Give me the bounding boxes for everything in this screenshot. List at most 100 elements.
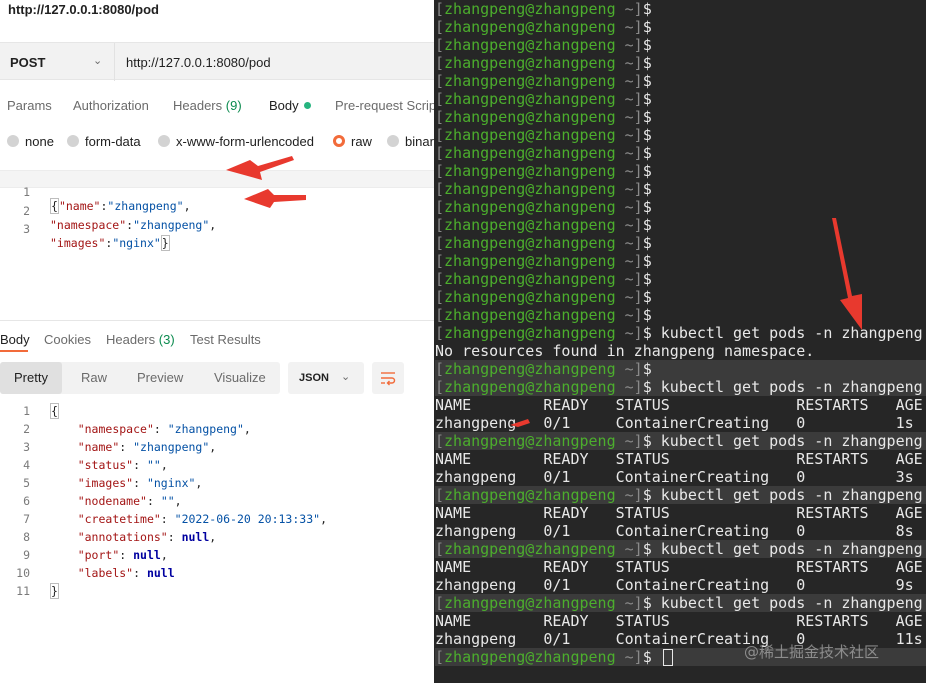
response-line: 4 "status": "", xyxy=(0,458,434,476)
line-number: 6 xyxy=(23,494,30,508)
url-input[interactable]: http://127.0.0.1:8080/pod xyxy=(126,55,271,70)
prompt-user: zhangpeng@zhangpeng xyxy=(444,18,616,36)
prompt-dir: ~] xyxy=(615,594,643,612)
terminal-command: kubectl get pods -n zhangpeng xyxy=(651,594,923,612)
prompt-bracket: [ xyxy=(435,18,445,36)
prompt-dir: ~] xyxy=(615,432,643,450)
terminal-command: kubectl get pods -n zhangpeng xyxy=(651,486,923,504)
prompt-symbol: $ xyxy=(642,486,652,504)
terminal-prompt-line: [zhangpeng@zhangpeng ~]$ xyxy=(435,306,926,324)
terminal-output-line: zhangpeng 0/1 ContainerCreating 0 3s xyxy=(435,468,914,486)
prompt-symbol: $ xyxy=(642,144,652,162)
prompt-dir: ~] xyxy=(615,90,643,108)
json-value: "2022-06-20 20:13:33" xyxy=(174,512,321,526)
terminal-prompt-line: [zhangpeng@zhangpeng ~]$ xyxy=(435,126,926,144)
terminal-prompt-line: [zhangpeng@zhangpeng ~]$ xyxy=(435,360,926,378)
response-line: 9 "port": null, xyxy=(0,548,434,566)
line-number: 2 xyxy=(23,422,30,436)
radio-x-www-form-urlencoded[interactable]: x-www-form-urlencoded xyxy=(158,134,314,149)
tab-body[interactable]: Body xyxy=(269,98,311,113)
prompt-bracket: [ xyxy=(435,198,445,216)
prompt-symbol: $ xyxy=(642,126,652,144)
format-label: JSON xyxy=(299,372,329,384)
format-select[interactable]: JSON ⌄ xyxy=(288,362,364,394)
prompt-bracket: [ xyxy=(435,36,445,54)
json-value: null xyxy=(146,566,175,580)
radio-binary[interactable]: binar xyxy=(387,134,434,149)
terminal-command: kubectl get pods -n zhangpeng xyxy=(651,324,923,342)
tab-params[interactable]: Params xyxy=(7,98,52,113)
terminal-output-line: zhangpeng 0/1 ContainerCreating 0 1s xyxy=(435,414,914,432)
view-visualize[interactable]: Visualize xyxy=(214,370,266,385)
terminal-prompt-line: [zhangpeng@zhangpeng ~]$ xyxy=(435,54,926,72)
prompt-bracket: [ xyxy=(435,432,445,450)
prompt-bracket: [ xyxy=(435,252,445,270)
prompt-bracket: [ xyxy=(435,486,445,504)
prompt-user: zhangpeng@zhangpeng xyxy=(444,306,616,324)
prompt-user: zhangpeng@zhangpeng xyxy=(444,432,616,450)
prompt-user: zhangpeng@zhangpeng xyxy=(444,162,616,180)
wrap-lines-button[interactable] xyxy=(372,362,404,394)
prompt-bracket: [ xyxy=(435,54,445,72)
tab-prerequest-script[interactable]: Pre-request Scrip xyxy=(335,98,434,113)
response-tab-body[interactable]: Body xyxy=(0,332,30,347)
tab-headers[interactable]: Headers (9) xyxy=(173,98,242,113)
prompt-bracket: [ xyxy=(435,126,445,144)
prompt-symbol: $ xyxy=(642,162,652,180)
prompt-bracket: [ xyxy=(435,540,445,558)
response-tab-test-results[interactable]: Test Results xyxy=(190,332,261,347)
radio-form-data[interactable]: form-data xyxy=(67,134,141,149)
prompt-symbol: $ xyxy=(642,252,652,270)
prompt-dir: ~] xyxy=(615,486,643,504)
code-text: } xyxy=(50,583,59,599)
response-line: 8 "annotations": null, xyxy=(0,530,434,548)
radio-circle-icon xyxy=(387,135,399,147)
response-line: 5 "images": "nginx", xyxy=(0,476,434,494)
line-number: 5 xyxy=(23,476,30,490)
terminal-prompt-line: [zhangpeng@zhangpeng ~]$ kubectl get pod… xyxy=(435,540,926,558)
prompt-dir: ~] xyxy=(615,252,643,270)
prompt-user: zhangpeng@zhangpeng xyxy=(444,540,616,558)
radio-none[interactable]: none xyxy=(7,134,54,149)
response-tab-headers[interactable]: Headers (3) xyxy=(106,332,175,347)
prompt-symbol: $ xyxy=(642,378,652,396)
response-line: 7 "createtime": "2022-06-20 20:13:33", xyxy=(0,512,434,530)
prompt-symbol: $ xyxy=(642,288,652,306)
terminal-prompt-line: [zhangpeng@zhangpeng ~]$ xyxy=(435,108,926,126)
terminal-prompt-line: [zhangpeng@zhangpeng ~]$ kubectl get pod… xyxy=(435,324,926,342)
prompt-dir: ~] xyxy=(615,378,643,396)
response-tab-cookies[interactable]: Cookies xyxy=(44,332,91,347)
terminal-output-line: NAME READY STATUS RESTARTS AGE xyxy=(435,450,923,468)
prompt-bracket: [ xyxy=(435,306,445,324)
radio-raw[interactable]: raw xyxy=(333,134,372,149)
prompt-dir: ~] xyxy=(615,162,643,180)
method-select[interactable]: POST xyxy=(10,55,45,70)
line-number: 3 xyxy=(23,222,30,236)
json-value: "" xyxy=(160,494,175,508)
view-pretty[interactable]: Pretty xyxy=(0,362,62,394)
pane-divider[interactable] xyxy=(0,320,434,321)
view-preview[interactable]: Preview xyxy=(137,370,183,385)
prompt-bracket: [ xyxy=(435,90,445,108)
terminal-prompt-line: [zhangpeng@zhangpeng ~]$ xyxy=(435,36,926,54)
code-text: "createtime": "2022-06-20 20:13:33", xyxy=(77,512,327,526)
prompt-user: zhangpeng@zhangpeng xyxy=(444,288,616,306)
prompt-dir: ~] xyxy=(615,36,643,54)
prompt-user: zhangpeng@zhangpeng xyxy=(444,594,616,612)
terminal-prompt-line: [zhangpeng@zhangpeng ~]$ xyxy=(435,180,926,198)
terminal-command: kubectl get pods -n zhangpeng xyxy=(651,540,923,558)
prompt-user: zhangpeng@zhangpeng xyxy=(444,144,616,162)
line-number: 10 xyxy=(16,566,30,580)
terminal-window[interactable]: [zhangpeng@zhangpeng ~]$ [zhangpeng@zhang… xyxy=(434,0,926,683)
view-raw[interactable]: Raw xyxy=(81,370,107,385)
prompt-bracket: [ xyxy=(435,648,445,666)
response-line: 10 "labels": null xyxy=(0,566,434,584)
prompt-bracket: [ xyxy=(435,180,445,198)
prompt-symbol: $ xyxy=(642,0,652,18)
chevron-down-icon[interactable]: ⌄ xyxy=(93,54,102,67)
terminal-prompt-line: [zhangpeng@zhangpeng ~]$ xyxy=(435,72,926,90)
prompt-symbol: $ xyxy=(642,108,652,126)
view-mode-group: Pretty Raw Preview Visualize xyxy=(0,362,280,394)
prompt-bracket: [ xyxy=(435,360,445,378)
tab-authorization[interactable]: Authorization xyxy=(73,98,149,113)
